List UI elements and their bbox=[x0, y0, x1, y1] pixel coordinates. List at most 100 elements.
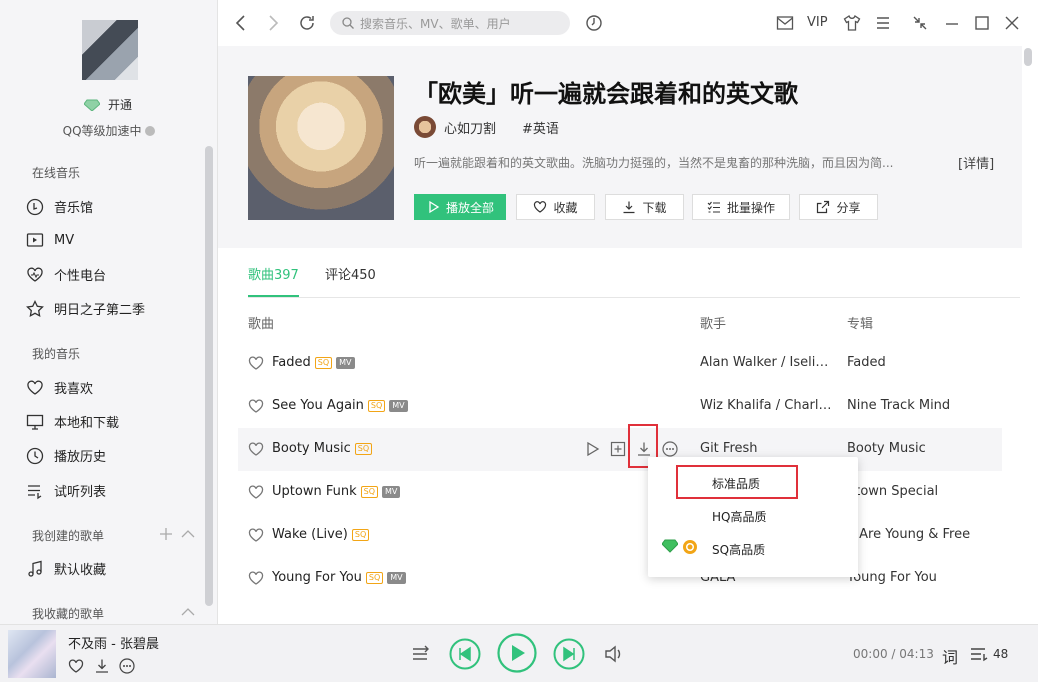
heart-icon[interactable] bbox=[248, 441, 264, 457]
playlist-queue-icon[interactable] bbox=[969, 645, 989, 663]
top-bar: 搜索音乐、MV、歌单、用户 VIP bbox=[218, 0, 1038, 46]
song-album[interactable]: Booty Music bbox=[847, 441, 977, 456]
avatar[interactable] bbox=[82, 20, 138, 80]
table-row[interactable]: Booty Music SQ Git Fresh Booty Music bbox=[238, 428, 1002, 471]
column-header-album[interactable]: 专辑 bbox=[847, 313, 873, 332]
more-icon[interactable] bbox=[662, 441, 678, 457]
sidebar-item-show[interactable]: 明日之子第二季 bbox=[26, 299, 145, 318]
column-header-song[interactable]: 歌曲 bbox=[248, 313, 274, 332]
search-input[interactable]: 搜索音乐、MV、歌单、用户 bbox=[330, 11, 570, 35]
table-row[interactable]: Uptown Funk SQ MV ptown Special bbox=[238, 471, 1002, 514]
mv-badge[interactable]: MV bbox=[387, 571, 406, 584]
collapse-chevron-icon[interactable] bbox=[181, 607, 195, 617]
song-title[interactable]: Booty Music bbox=[272, 441, 351, 456]
playlist-tag[interactable]: #英语 bbox=[522, 118, 559, 137]
table-row[interactable]: Wake (Live) SQ e Are Young & Free bbox=[238, 514, 1002, 557]
play-pause-icon[interactable] bbox=[497, 633, 537, 673]
song-artist[interactable]: Alan Walker / Iselin Solheim bbox=[700, 355, 832, 370]
mv-badge[interactable]: MV bbox=[381, 485, 401, 498]
menu-item-sq-quality[interactable]: SQ高品质 bbox=[712, 541, 765, 558]
song-album[interactable]: Faded bbox=[847, 355, 977, 370]
creator-avatar[interactable] bbox=[414, 116, 436, 138]
sidebar-item-favorites[interactable]: 我喜欢 bbox=[26, 378, 93, 397]
sidebar-item-trial-list[interactable]: 试听列表 bbox=[26, 481, 106, 500]
lyrics-button[interactable]: 词 bbox=[942, 644, 958, 668]
heart-icon[interactable] bbox=[248, 398, 264, 414]
sidebar-item-local[interactable]: 本地和下载 bbox=[26, 412, 119, 431]
collapse-chevron-icon[interactable] bbox=[181, 529, 195, 539]
sidebar-item-radio[interactable]: 个性电台 bbox=[26, 265, 106, 284]
tab-comments[interactable]: 评论450 bbox=[325, 264, 376, 283]
song-title[interactable]: Young For You bbox=[272, 570, 362, 585]
volume-icon[interactable] bbox=[604, 645, 624, 663]
song-title[interactable]: Wake (Live) bbox=[272, 527, 348, 542]
maximize-icon[interactable] bbox=[974, 14, 990, 32]
play-order-icon[interactable] bbox=[411, 645, 431, 663]
play-all-button[interactable]: 播放全部 bbox=[414, 194, 506, 220]
download-icon[interactable] bbox=[94, 658, 110, 674]
add-playlist-icon[interactable] bbox=[159, 527, 173, 541]
tab-songs[interactable]: 歌曲397 bbox=[248, 264, 299, 297]
heart-icon[interactable] bbox=[248, 570, 264, 586]
song-artist[interactable]: Wiz Khalifa / Charlie Puth bbox=[700, 398, 832, 413]
vip-button[interactable]: VIP bbox=[807, 15, 828, 30]
playlist-cover[interactable] bbox=[248, 76, 394, 220]
table-row[interactable]: See You Again SQ MV Wiz Khalifa / Charlie … bbox=[238, 385, 1002, 428]
refresh-icon[interactable] bbox=[298, 14, 316, 32]
sidebar-item-mv[interactable]: MV bbox=[26, 231, 74, 249]
heart-icon[interactable] bbox=[248, 355, 264, 371]
mv-badge[interactable]: MV bbox=[389, 399, 408, 412]
batch-operation-button[interactable]: 批量操作 bbox=[692, 194, 790, 220]
song-title[interactable]: Faded bbox=[272, 355, 311, 370]
creator-name[interactable]: 心如刀割 bbox=[444, 118, 496, 137]
song-album[interactable]: Nine Track Mind bbox=[847, 398, 977, 413]
song-title[interactable]: Uptown Funk bbox=[272, 484, 357, 499]
now-playing-cover[interactable] bbox=[8, 630, 56, 678]
sidebar-scrollbar[interactable] bbox=[205, 146, 213, 606]
add-to-list-icon[interactable] bbox=[610, 441, 626, 457]
skin-icon[interactable] bbox=[843, 14, 861, 32]
sidebar-item-label: 音乐馆 bbox=[54, 201, 94, 216]
collect-button[interactable]: 收藏 bbox=[516, 194, 595, 220]
detail-link[interactable]: [详情] bbox=[958, 153, 994, 172]
share-button[interactable]: 分享 bbox=[799, 194, 878, 220]
download-button[interactable]: 下载 bbox=[605, 194, 684, 220]
mail-icon[interactable] bbox=[776, 15, 794, 31]
like-icon[interactable] bbox=[68, 658, 84, 674]
recognize-music-icon[interactable] bbox=[585, 14, 603, 32]
main-scrollbar[interactable] bbox=[1024, 48, 1032, 66]
heart-icon[interactable] bbox=[248, 527, 264, 543]
table-row[interactable]: Young For You SQ MV GALA Young For You bbox=[238, 557, 1002, 600]
menu-icon[interactable] bbox=[875, 14, 891, 32]
song-album[interactable]: e Are Young & Free bbox=[847, 527, 977, 542]
mv-badge[interactable]: MV bbox=[336, 356, 355, 369]
column-header-artist[interactable]: 歌手 bbox=[700, 313, 726, 332]
song-title-cell: Young For You SQ MV bbox=[272, 570, 406, 585]
song-album[interactable]: Young For You bbox=[847, 570, 977, 585]
song-album[interactable]: ptown Special bbox=[847, 484, 977, 499]
previous-icon[interactable] bbox=[449, 638, 481, 670]
content-tabs: 歌曲397 评论450 bbox=[248, 264, 1020, 298]
song-title[interactable]: See You Again bbox=[272, 398, 364, 413]
download-label: 下载 bbox=[642, 200, 667, 215]
sidebar-item-music-hall[interactable]: 音乐馆 bbox=[26, 197, 93, 216]
sidebar: 开通 QQ等级加速中 在线音乐 音乐馆 MV 个性电台 明日之子第二季 我的音乐… bbox=[0, 0, 218, 624]
menu-item-standard-quality[interactable]: 标准品质 bbox=[712, 475, 760, 492]
next-icon[interactable] bbox=[553, 638, 585, 670]
heart-icon[interactable] bbox=[248, 484, 264, 500]
playlist-queue-count: 48 bbox=[993, 647, 1009, 661]
back-icon[interactable] bbox=[234, 13, 248, 33]
song-artist[interactable]: Git Fresh bbox=[700, 441, 832, 456]
minimize-icon[interactable] bbox=[944, 14, 960, 32]
mini-mode-icon[interactable] bbox=[912, 14, 928, 32]
more-icon[interactable] bbox=[119, 658, 135, 674]
open-vip-link[interactable]: 开通 bbox=[84, 96, 132, 113]
forward-icon[interactable] bbox=[266, 13, 280, 33]
play-icon[interactable] bbox=[584, 441, 600, 457]
sidebar-item-history[interactable]: 播放历史 bbox=[26, 446, 106, 465]
menu-item-hq-quality[interactable]: HQ高品质 bbox=[712, 508, 766, 525]
close-icon[interactable] bbox=[1004, 14, 1020, 32]
sidebar-item-default-collection[interactable]: 默认收藏 bbox=[26, 559, 106, 578]
table-row[interactable]: FadedSQMV Alan Walker / Iselin Solheim F… bbox=[238, 342, 1002, 385]
now-playing-title[interactable]: 不及雨 - 张碧晨 bbox=[68, 633, 159, 652]
